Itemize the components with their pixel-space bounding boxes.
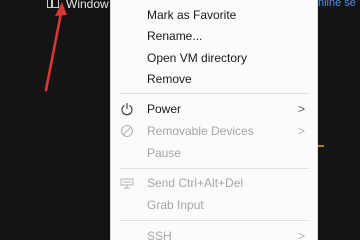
menu-item-label: Grab Input bbox=[147, 198, 204, 212]
menu-separator bbox=[120, 220, 309, 221]
menu-item-grab-input[interactable]: Grab Input bbox=[111, 194, 317, 216]
chevron-right-icon: > bbox=[297, 124, 305, 138]
power-icon bbox=[121, 102, 133, 116]
keyboard-icon bbox=[120, 178, 134, 189]
menu-item-removable-devices[interactable]: Removable Devices > bbox=[111, 120, 317, 142]
menu-item-remove[interactable]: Remove bbox=[111, 68, 317, 90]
menu-item-ssh[interactable]: SSH > bbox=[111, 225, 317, 240]
chevron-right-icon: > bbox=[297, 229, 305, 240]
menu-item-label: SSH bbox=[147, 229, 172, 240]
menu-item-label: Mark as Favorite bbox=[147, 8, 237, 22]
chevron-right-icon: > bbox=[297, 102, 305, 116]
menu-separator bbox=[120, 93, 309, 94]
menu-item-power[interactable]: Power > bbox=[111, 98, 317, 120]
menu-item-label: Removable Devices bbox=[147, 124, 254, 138]
menu-item-pause[interactable]: Pause bbox=[111, 142, 317, 164]
menu-item-label: Send Ctrl+Alt+Del bbox=[147, 176, 244, 190]
menu-item-label: Rename... bbox=[147, 29, 203, 43]
menu-item-label: Power bbox=[147, 102, 182, 116]
screen: Window nline se Mark as Favorite Rename.… bbox=[0, 0, 360, 240]
menu-item-label: Remove bbox=[147, 72, 192, 86]
menu-item-mark-as-favorite[interactable]: Mark as Favorite bbox=[111, 4, 317, 26]
menu-item-rename[interactable]: Rename... bbox=[111, 25, 317, 47]
menu-separator bbox=[120, 168, 309, 169]
menu-item-label: Open VM directory bbox=[147, 51, 248, 65]
menu-item-label: Pause bbox=[147, 146, 182, 160]
removable-devices-icon bbox=[120, 124, 134, 138]
menu-item-open-vm-directory[interactable]: Open VM directory bbox=[111, 47, 317, 69]
menu-item-send-ctrl-alt-del[interactable]: Send Ctrl+Alt+Del bbox=[111, 172, 317, 194]
context-menu: Mark as Favorite Rename... Open VM direc… bbox=[110, 0, 318, 240]
